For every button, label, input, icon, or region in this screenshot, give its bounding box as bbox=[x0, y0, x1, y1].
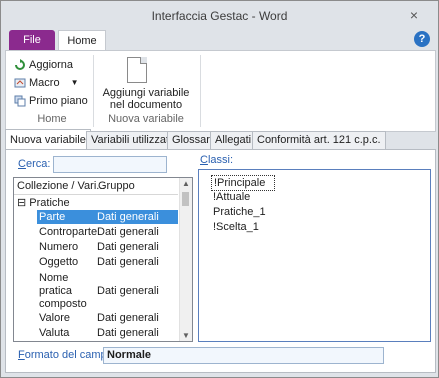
scrollbar-thumb[interactable] bbox=[182, 192, 189, 206]
cell-name: Nome bbox=[39, 272, 69, 284]
aggiungi-label-line2: nel documento bbox=[109, 99, 183, 111]
list-item[interactable]: !Scelta_1 bbox=[213, 220, 259, 234]
tab-allegati[interactable]: Allegati bbox=[210, 131, 257, 149]
help-icon[interactable]: ? bbox=[414, 31, 430, 47]
format-field[interactable]: Normale bbox=[103, 347, 384, 364]
window-title: Interfaccia Gestac - Word bbox=[151, 9, 288, 23]
tab-conformita[interactable]: Conformità art. 121 c.p.c. bbox=[252, 131, 386, 149]
table-row[interactable]: Oggetto Dati generali bbox=[37, 255, 178, 269]
table-row[interactable]: Valore Dati generali bbox=[37, 311, 178, 325]
group-label-home: Home bbox=[37, 113, 67, 125]
cell-name: Parte bbox=[39, 211, 66, 223]
search-label: Cerca: bbox=[18, 158, 51, 170]
title-bar: Interfaccia Gestac - Word × bbox=[1, 1, 438, 31]
cell-name: pratica bbox=[39, 285, 73, 297]
cell-group: Dati generali bbox=[97, 285, 159, 297]
primo-piano-label: Primo piano bbox=[29, 95, 88, 107]
aggiungi-variabile-button[interactable]: Aggiungi variabile nel documento bbox=[96, 53, 196, 111]
aggiungi-label-line1: Aggiungi variabile bbox=[102, 87, 190, 99]
ribbon: Aggiorna Macro ▼ Primo piano Home Aggiun… bbox=[5, 50, 436, 132]
macro-icon bbox=[14, 77, 26, 89]
classes-list[interactable]: !Principale !Attuale Pratiche_1 !Scelta_… bbox=[198, 169, 431, 342]
close-icon[interactable]: × bbox=[410, 7, 418, 23]
collapse-icon[interactable]: ⊟ bbox=[17, 197, 26, 209]
refresh-icon bbox=[14, 59, 26, 71]
cell-group: Dati generali bbox=[97, 327, 159, 339]
variables-grid[interactable]: Collezione / Vari... Gruppo ⊟ Pratiche P… bbox=[13, 177, 193, 342]
list-item[interactable]: Pratiche_1 bbox=[213, 205, 266, 219]
cell-name: Numero bbox=[39, 241, 79, 253]
nuova-variabile-panel: Cerca: Collezione / Vari... Gruppo ⊟ Pra… bbox=[5, 149, 436, 373]
cell-name: Oggetto bbox=[39, 256, 79, 268]
cell-group: Dati generali bbox=[97, 226, 159, 238]
table-row[interactable]: Parte Dati generali bbox=[37, 210, 178, 224]
chevron-down-icon[interactable]: ▼ bbox=[71, 75, 79, 91]
tree-node-label: Pratiche bbox=[29, 197, 70, 209]
cell-name: Valore bbox=[39, 312, 70, 324]
group-label-nuova-variabile: Nuova variabile bbox=[108, 113, 184, 125]
document-icon bbox=[127, 57, 147, 83]
primo-piano-button[interactable]: Primo piano bbox=[14, 93, 88, 109]
column-header-gruppo[interactable]: Gruppo bbox=[98, 180, 135, 192]
macro-label: Macro bbox=[29, 77, 60, 89]
ribbon-separator bbox=[93, 55, 94, 127]
ribbon-separator bbox=[200, 55, 201, 127]
tab-home[interactable]: Home bbox=[58, 30, 106, 51]
grid-header: Collezione / Vari... Gruppo bbox=[14, 178, 178, 195]
aggiorna-label: Aggiorna bbox=[29, 59, 74, 71]
table-row[interactable]: Numero Dati generali bbox=[37, 240, 178, 254]
list-item[interactable]: !Attuale bbox=[213, 190, 250, 204]
macro-button[interactable]: Macro ▼ bbox=[14, 75, 78, 91]
classes-label: Classi: bbox=[200, 154, 234, 166]
aggiorna-button[interactable]: Aggiorna bbox=[14, 57, 73, 73]
table-row[interactable]: Controparte Dati generali bbox=[37, 225, 178, 239]
chevron-up-icon[interactable]: ▲ bbox=[182, 179, 190, 188]
bring-to-front-icon bbox=[14, 95, 26, 107]
tab-nuova-variabile[interactable]: Nuova variabile bbox=[5, 129, 91, 150]
tree-node-pratiche[interactable]: ⊟ Pratiche bbox=[17, 196, 70, 210]
chevron-down-icon[interactable]: ▼ bbox=[182, 331, 190, 340]
grid-scrollbar[interactable]: ▲ ▼ bbox=[179, 178, 192, 341]
table-row[interactable]: Nome pratica Dati generali composto bbox=[37, 271, 178, 313]
cell-group: Dati generali bbox=[97, 312, 159, 324]
search-input[interactable] bbox=[53, 156, 167, 173]
dialog-window: Interfaccia Gestac - Word × File Home ? … bbox=[0, 0, 439, 378]
cell-group: Dati generali bbox=[97, 241, 159, 253]
cell-name: Controparte bbox=[39, 226, 98, 238]
cell-name: composto bbox=[39, 298, 87, 310]
format-label: Formato del campo: bbox=[18, 349, 116, 361]
tab-file[interactable]: File bbox=[9, 30, 55, 50]
cell-group: Dati generali bbox=[97, 256, 159, 268]
list-item[interactable]: !Principale bbox=[211, 175, 275, 191]
table-row[interactable]: Valuta Dati generali bbox=[37, 326, 178, 340]
cell-name: Valuta bbox=[39, 327, 70, 339]
column-header-collezione[interactable]: Collezione / Vari... bbox=[17, 180, 105, 192]
cell-group: Dati generali bbox=[97, 211, 159, 223]
